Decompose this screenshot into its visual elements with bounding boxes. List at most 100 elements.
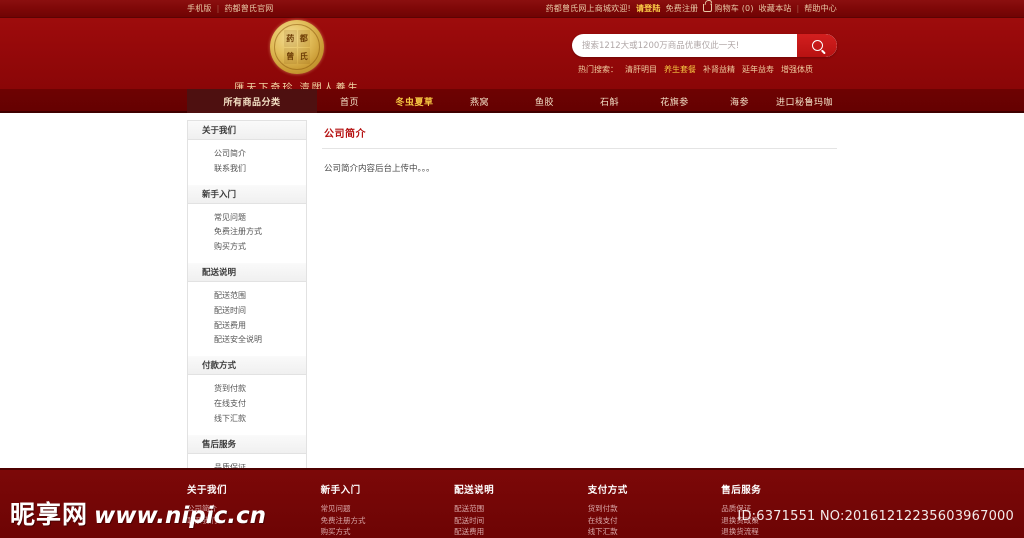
- topbar-register-link[interactable]: 免费注册: [666, 0, 699, 18]
- sidebar-item-faq[interactable]: 常见问题: [188, 211, 306, 226]
- footer-item-online-payment[interactable]: 在线支付: [588, 515, 722, 527]
- sidebar-item-company-profile[interactable]: 公司简介: [188, 147, 306, 162]
- nav-item-home[interactable]: 首页: [317, 89, 382, 113]
- nav-item-fishmaw[interactable]: 鱼胶: [512, 89, 577, 113]
- footer-item-delivery-area[interactable]: 配送范围: [454, 503, 588, 515]
- topbar-separator-1: |: [216, 4, 220, 13]
- nav-item-dendrobium[interactable]: 石斛: [577, 89, 642, 113]
- top-utility-bar-inner: 手机版 | 药都曾氏官网 药都曾氏网上商城欢迎! 请登陆 免费注册 购物车 (0…: [187, 0, 837, 18]
- nav-item-americanginseng[interactable]: 花旗参: [642, 89, 707, 113]
- topbar-favorite-link[interactable]: 收藏本站: [759, 0, 792, 18]
- sidebar-item-cash-on-delivery[interactable]: 货到付款: [188, 382, 306, 397]
- sidebar-item-online-payment[interactable]: 在线支付: [188, 397, 306, 412]
- topbar-official-site-link[interactable]: 药都曾氏官网: [224, 0, 273, 18]
- seal-char-3: 曾: [284, 47, 297, 64]
- sidebar-item-delivery-safety[interactable]: 配送安全说明: [188, 333, 306, 348]
- hot-keyword-0[interactable]: 清肝明目: [625, 64, 657, 75]
- topbar-cart-label: 购物车 (0): [714, 4, 754, 13]
- footer-item-quality-guarantee[interactable]: 品质保证: [721, 503, 837, 515]
- page-root: 手机版 | 药都曾氏官网 药都曾氏网上商城欢迎! 请登陆 免费注册 购物车 (0…: [0, 0, 1024, 538]
- sidebar-block-payment: 付款方式 货到付款 在线支付 线下汇款: [187, 356, 307, 436]
- search-area: 热门搜索： 清肝明目 养生套餐 补肾益精 延年益寿 增强体质: [572, 34, 837, 75]
- sidebar-item-purchase-method[interactable]: 购买方式: [188, 240, 306, 255]
- topbar-separator-2: |: [796, 4, 800, 13]
- footer-item-contact-us[interactable]: 联系我们: [187, 515, 321, 527]
- footer-item-free-registration[interactable]: 免费注册方式: [321, 515, 455, 527]
- main-navigation-inner: 所有商品分类 首页 冬虫夏草 燕窝 鱼胶 石斛 花旗参 海参 进口秘鲁玛咖: [187, 89, 837, 113]
- footer-item-return-process[interactable]: 退换货流程: [721, 526, 837, 538]
- sidebar: 关于我们 公司简介 联系我们 新手入门 常见问题 免费注册方式 购买方式 配送说…: [187, 120, 307, 514]
- footer-heading-delivery: 配送说明: [454, 485, 495, 496]
- main-panel: 公司简介 公司简介内容后台上传中。。。: [322, 120, 837, 513]
- sidebar-list-delivery: 配送范围 配送时间 配送费用 配送安全说明: [188, 282, 306, 356]
- nav-item-maca[interactable]: 进口秘鲁玛咖: [772, 89, 837, 113]
- nav-item-list: 首页 冬虫夏草 燕窝 鱼胶 石斛 花旗参 海参 进口秘鲁玛咖: [317, 89, 837, 113]
- seal-char-1: 药: [284, 30, 297, 47]
- footer-heading-aftersales: 售后服务: [721, 485, 762, 496]
- hot-search-bar: 热门搜索： 清肝明目 养生套餐 补肾益精 延年益寿 增强体质: [572, 64, 837, 75]
- nav-item-seacucumber[interactable]: 海参: [707, 89, 772, 113]
- seal-characters: 药 都 曾 氏: [284, 30, 310, 64]
- sidebar-list-beginner: 常见问题 免费注册方式 购买方式: [188, 204, 306, 263]
- footer-item-delivery-time[interactable]: 配送时间: [454, 515, 588, 527]
- sidebar-item-contact-us[interactable]: 联系我们: [188, 162, 306, 177]
- search-icon: [811, 40, 823, 51]
- all-categories-button[interactable]: 所有商品分类: [187, 89, 317, 113]
- footer-column-payment: 支付方式 货到付款 在线支付 线下汇款: [588, 482, 722, 538]
- hot-keyword-3[interactable]: 延年益寿: [742, 64, 774, 75]
- sidebar-item-offline-transfer[interactable]: 线下汇款: [188, 412, 306, 427]
- sidebar-heading-delivery: 配送说明: [188, 262, 306, 282]
- hot-keyword-1[interactable]: 养生套餐: [664, 64, 696, 75]
- sidebar-block-beginner: 新手入门 常见问题 免费注册方式 购买方式: [187, 184, 307, 264]
- site-logo[interactable]: 药 都 曾 氏 匯天下奇珍 濟闊人養生: [212, 20, 382, 94]
- search-input[interactable]: [572, 34, 797, 57]
- sidebar-item-delivery-fee[interactable]: 配送费用: [188, 319, 306, 334]
- sidebar-item-delivery-time[interactable]: 配送时间: [188, 304, 306, 319]
- footer-heading-beginner: 新手入门: [320, 485, 361, 496]
- page-title: 公司简介: [324, 129, 366, 140]
- hot-search-label: 热门搜索：: [578, 65, 618, 74]
- site-header: 药 都 曾 氏 匯天下奇珍 濟闊人養生 热门搜索： 清: [0, 18, 1024, 94]
- content-area: 关于我们 公司简介 联系我们 新手入门 常见问题 免费注册方式 购买方式 配送说…: [0, 113, 1024, 514]
- sidebar-heading-beginner: 新手入门: [188, 184, 306, 204]
- footer-column-aftersales: 售后服务 品质保证 退换货政策 退换货流程: [721, 482, 837, 538]
- footer-column-beginner: 新手入门 常见问题 免费注册方式 购买方式: [321, 482, 455, 538]
- topbar-cart-link[interactable]: 购物车 (0): [703, 0, 753, 18]
- hot-keyword-4[interactable]: 增强体质: [781, 64, 813, 75]
- page-body-text: 公司简介内容后台上传中。。。: [324, 164, 435, 174]
- sidebar-list-about: 公司简介 联系我们: [188, 140, 306, 185]
- seal-char-2: 都: [297, 30, 310, 47]
- footer-item-purchase-method[interactable]: 购买方式: [321, 526, 455, 538]
- footer-item-delivery-fee[interactable]: 配送费用: [454, 526, 588, 538]
- content-inner: 关于我们 公司简介 联系我们 新手入门 常见问题 免费注册方式 购买方式 配送说…: [187, 113, 837, 514]
- topbar-welcome-text: 药都曾氏网上商城欢迎!: [545, 4, 631, 13]
- sidebar-block-about: 关于我们 公司简介 联系我们: [187, 120, 307, 186]
- footer-item-return-policy[interactable]: 退换货政策: [721, 515, 837, 527]
- sidebar-heading-about: 关于我们: [188, 121, 306, 140]
- footer-item-offline-transfer[interactable]: 线下汇款: [588, 526, 722, 538]
- sidebar-item-delivery-area[interactable]: 配送范围: [188, 289, 306, 304]
- footer-item-cash-on-delivery[interactable]: 货到付款: [588, 503, 722, 515]
- site-footer-inner: 关于我们 公司简介 联系我们 新手入门 常见问题 免费注册方式 购买方式 配送说…: [187, 470, 837, 538]
- topbar-help-link[interactable]: 帮助中心: [804, 0, 837, 18]
- top-utility-bar: 手机版 | 药都曾氏官网 药都曾氏网上商城欢迎! 请登陆 免费注册 购物车 (0…: [0, 0, 1024, 18]
- footer-column-delivery: 配送说明 配送范围 配送时间 配送费用 配送安全说明: [454, 482, 588, 538]
- top-left-links: 手机版 | 药都曾氏官网: [187, 0, 274, 18]
- footer-heading-payment: 支付方式: [587, 485, 628, 496]
- search-button[interactable]: [797, 34, 837, 57]
- sidebar-block-delivery: 配送说明 配送范围 配送时间 配送费用 配送安全说明: [187, 262, 307, 358]
- nav-item-cordyceps[interactable]: 冬虫夏草: [382, 89, 447, 113]
- main-navigation: 所有商品分类 首页 冬虫夏草 燕窝 鱼胶 石斛 花旗参 海参 进口秘鲁玛咖: [0, 89, 1024, 113]
- topbar-mobile-link[interactable]: 手机版: [187, 0, 212, 18]
- nav-item-birdnest[interactable]: 燕窝: [447, 89, 512, 113]
- seal-logo-icon: 药 都 曾 氏: [270, 20, 324, 74]
- footer-item-company-profile[interactable]: 公司简介: [187, 503, 321, 515]
- seal-char-4: 氏: [297, 47, 310, 64]
- hot-keyword-2[interactable]: 补肾益精: [703, 64, 735, 75]
- site-header-inner: 药 都 曾 氏 匯天下奇珍 濟闊人養生 热门搜索： 清: [187, 18, 837, 94]
- footer-item-faq[interactable]: 常见问题: [321, 503, 455, 515]
- sidebar-list-payment: 货到付款 在线支付 线下汇款: [188, 375, 306, 434]
- search-box: [572, 34, 837, 57]
- sidebar-item-free-registration[interactable]: 免费注册方式: [188, 225, 306, 240]
- topbar-login-link[interactable]: 请登陆: [636, 0, 661, 18]
